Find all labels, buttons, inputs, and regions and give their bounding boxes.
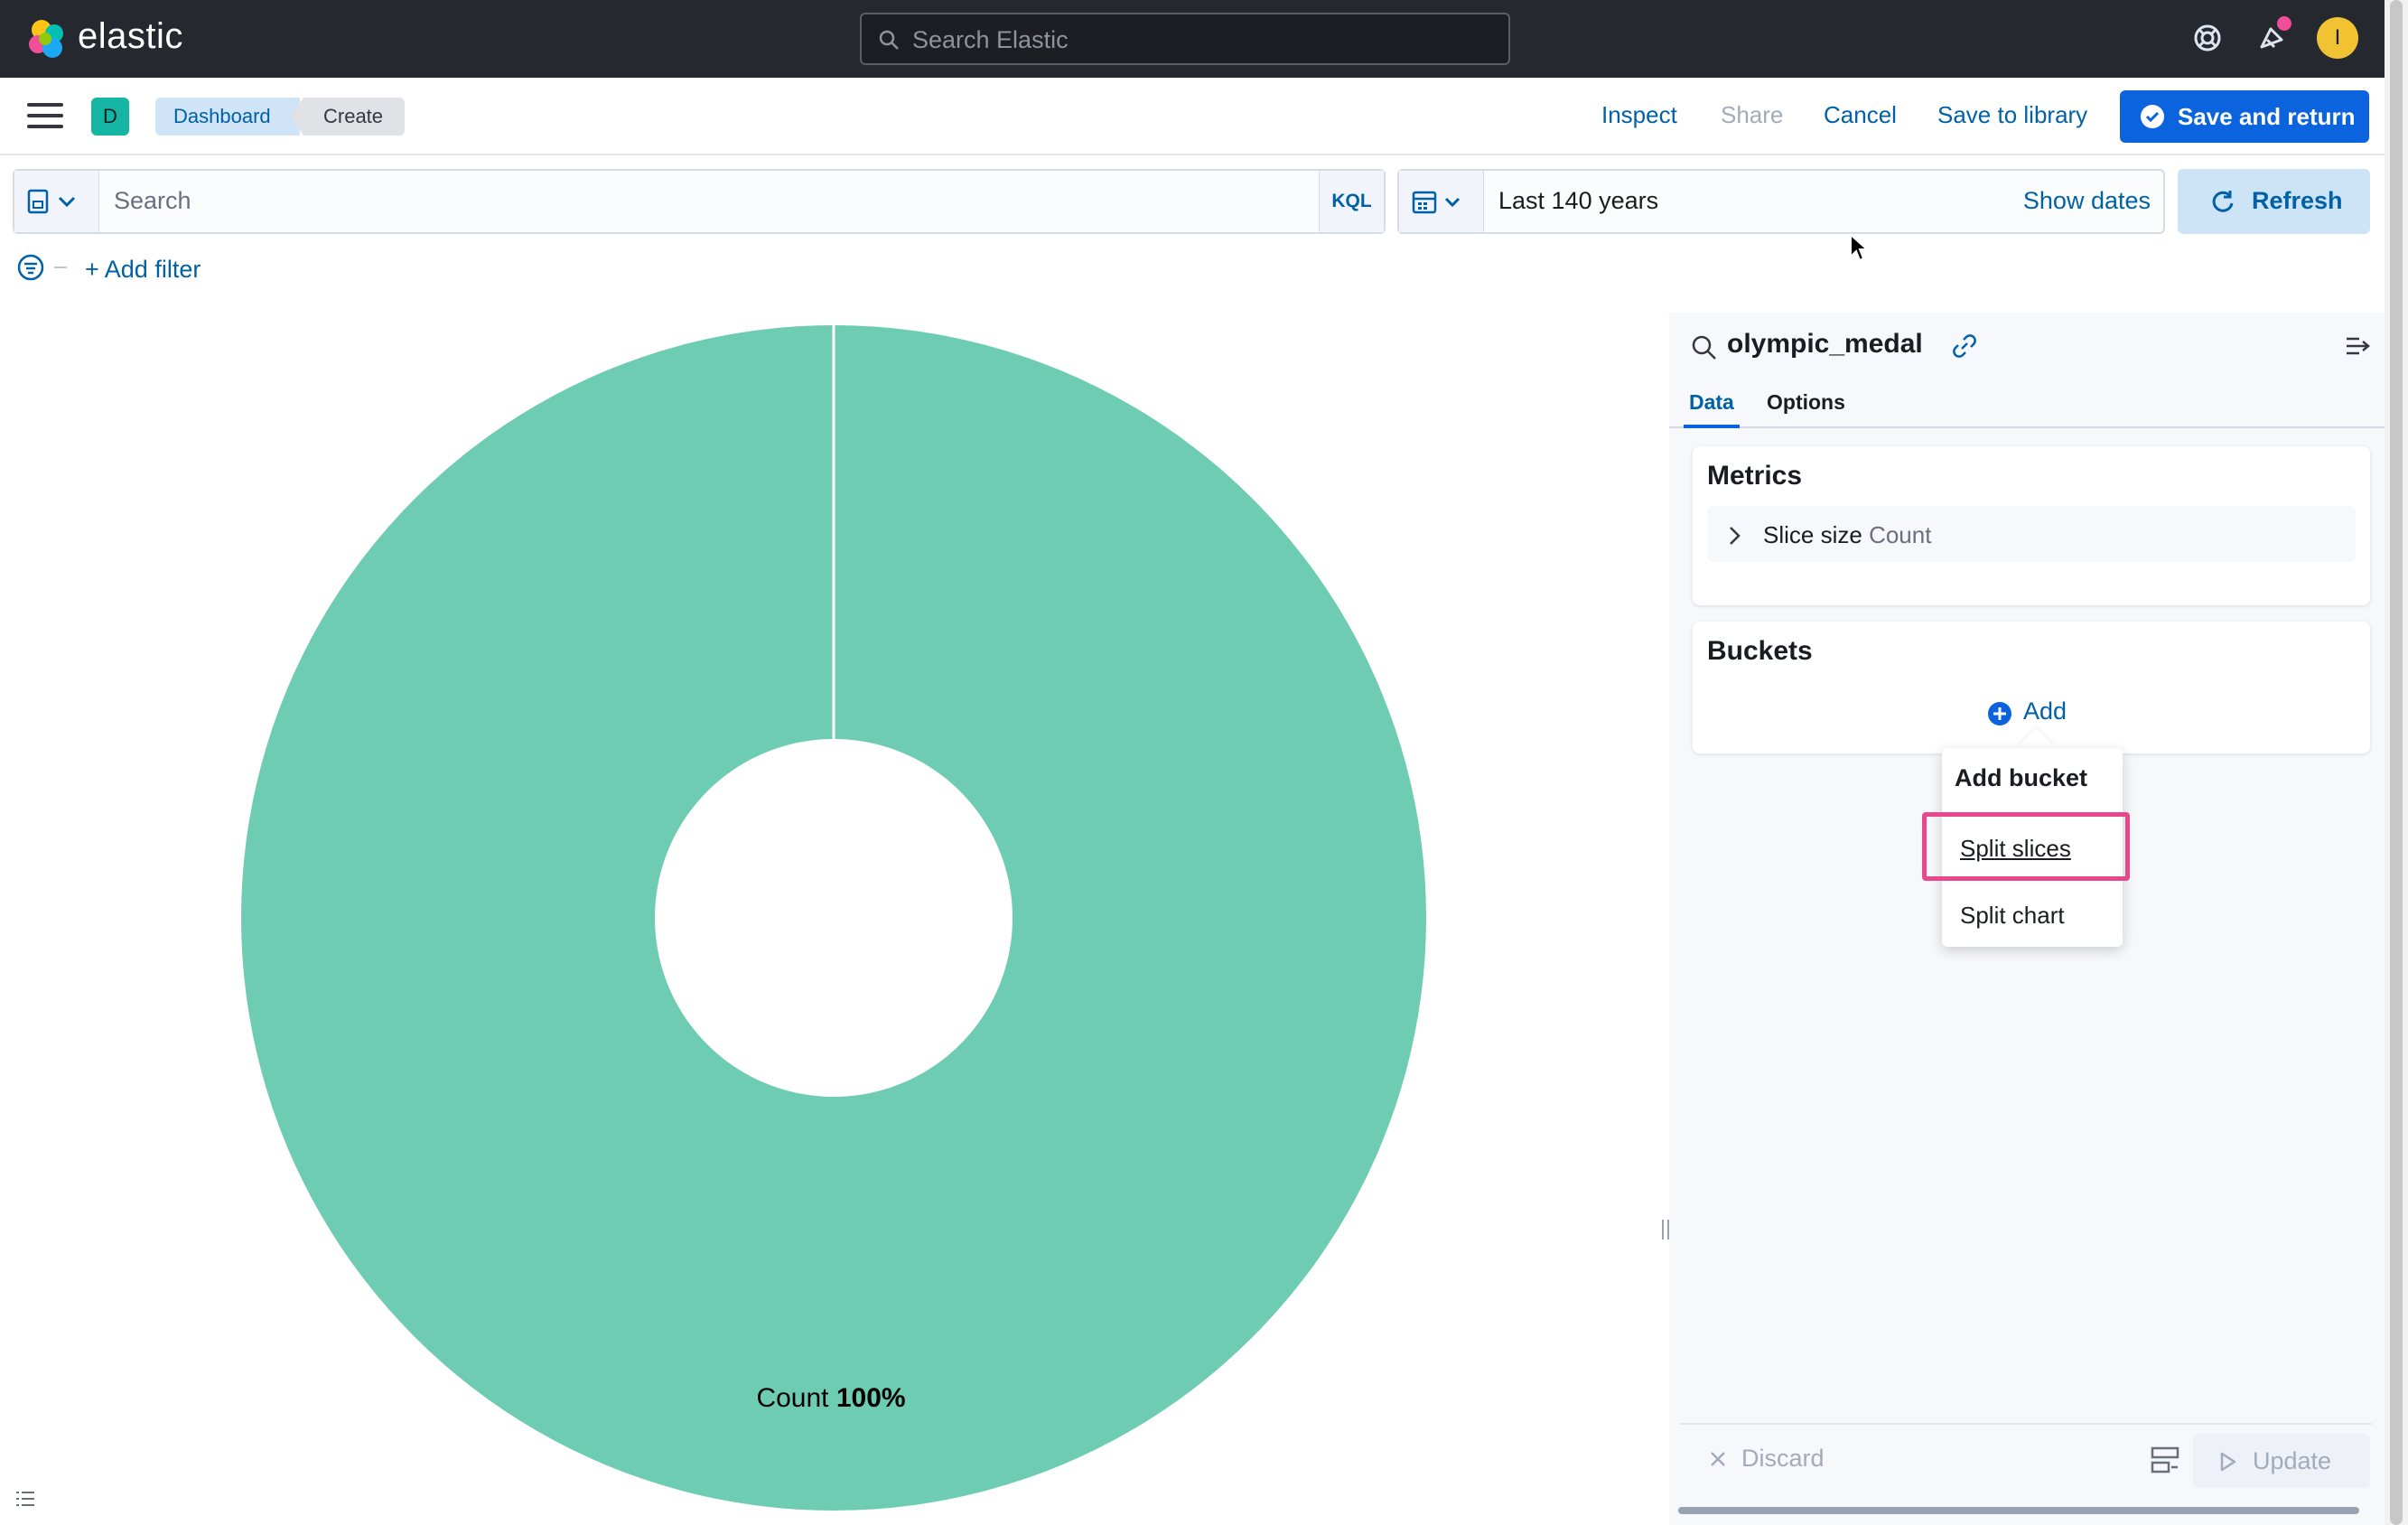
quick-select-button[interactable] [1399,171,1484,232]
vertical-scrollbar[interactable] [2385,0,2408,1525]
breadcrumb-create: Create [291,98,405,136]
chevron-right-icon [1730,527,1741,545]
brand-name: elastic [78,16,183,56]
play-icon [2220,1452,2236,1472]
show-dates-link[interactable]: Show dates [2023,187,2151,215]
elastic-logo-icon[interactable] [25,17,69,61]
highlight-outline [1922,812,2130,881]
global-search-input[interactable]: Search Elastic [860,13,1510,65]
metrics-panel: Metrics Slice size Count [1693,446,2370,605]
update-button[interactable]: Update [2193,1434,2370,1488]
kql-language-button[interactable]: KQL [1319,171,1384,232]
space-avatar[interactable]: D [91,98,129,136]
legend-toggle-icon[interactable] [14,1489,38,1509]
date-picker: Last 140 years Show dates [1397,169,2165,234]
mouse-cursor-icon [1850,233,1869,262]
pie-chart: Count 100% [240,325,1426,1511]
saved-query-menu[interactable] [14,171,99,232]
discard-label: Discard [1741,1445,1825,1472]
close-icon [1711,1452,1725,1466]
update-label: Update [2253,1447,2332,1474]
user-avatar[interactable]: I [2317,17,2358,59]
inspect-link[interactable]: Inspect [1601,101,1677,129]
split-chart-option[interactable]: Split chart [1960,902,2065,930]
add-filter-button[interactable]: + Add filter [85,256,201,284]
save-and-return-label: Save and return [2178,103,2356,130]
share-link[interactable]: Share [1721,101,1783,129]
popover-title: Add bucket [1955,764,2088,791]
filter-divider [54,267,67,268]
buckets-title: Buckets [1707,636,1813,666]
date-range-text[interactable]: Last 140 years [1498,187,1658,215]
slice-label-value: 100% [836,1383,906,1413]
query-search-input[interactable]: Search [114,187,191,215]
metric-label: Slice size Count [1763,521,1932,548]
panel-resize-handle[interactable] [1662,1220,1669,1240]
calendar-icon [1412,191,1461,214]
collapse-sidebar-icon[interactable] [2345,334,2372,358]
plus-circle-icon [1988,702,2011,725]
cancel-link[interactable]: Cancel [1824,101,1897,129]
refresh-button[interactable]: Refresh [2178,169,2370,234]
search-icon [879,30,899,50]
app-bar: D Dashboard Create Inspect Share Cancel … [0,78,2385,155]
query-bar: Search KQL [13,169,1386,234]
index-pattern-name: olympic_medal [1727,329,1923,359]
editor-tabs: Data Options [1669,390,2385,428]
add-bucket-label: Add [2023,697,2067,725]
filter-options-icon[interactable] [16,253,45,282]
save-to-library-link[interactable]: Save to library [1937,101,2087,129]
auto-apply-icon[interactable] [2150,1445,2180,1475]
tab-options[interactable]: Options [1761,390,1851,428]
visualization-canvas: Count 100% [0,313,1669,1525]
hamburger-menu-icon[interactable] [27,103,63,130]
save-icon [27,189,76,214]
help-icon[interactable] [2189,20,2226,56]
editor-footer: Discard Update [1680,1423,2372,1495]
check-circle-icon [2141,105,2164,128]
slice-label-name: Count [756,1383,835,1413]
breadcrumb-dashboard[interactable]: Dashboard [155,98,300,136]
tab-data[interactable]: Data [1684,390,1740,428]
search-icon [1692,335,1716,360]
metric-slice-size[interactable]: Slice size Count [1707,506,2356,562]
metrics-title: Metrics [1707,461,1803,491]
save-and-return-button[interactable]: Save and return [2120,90,2369,143]
search-placeholder: Search Elastic [912,26,1069,53]
horizontal-scrollbar[interactable] [1678,1507,2359,1514]
refresh-icon [2212,191,2234,212]
refresh-label: Refresh [2252,187,2343,214]
global-header: elastic Search Elastic I [0,0,2385,78]
slice-label: Count 100% [756,1383,905,1413]
notification-dot [2277,16,2291,31]
link-icon[interactable] [1951,332,1978,360]
